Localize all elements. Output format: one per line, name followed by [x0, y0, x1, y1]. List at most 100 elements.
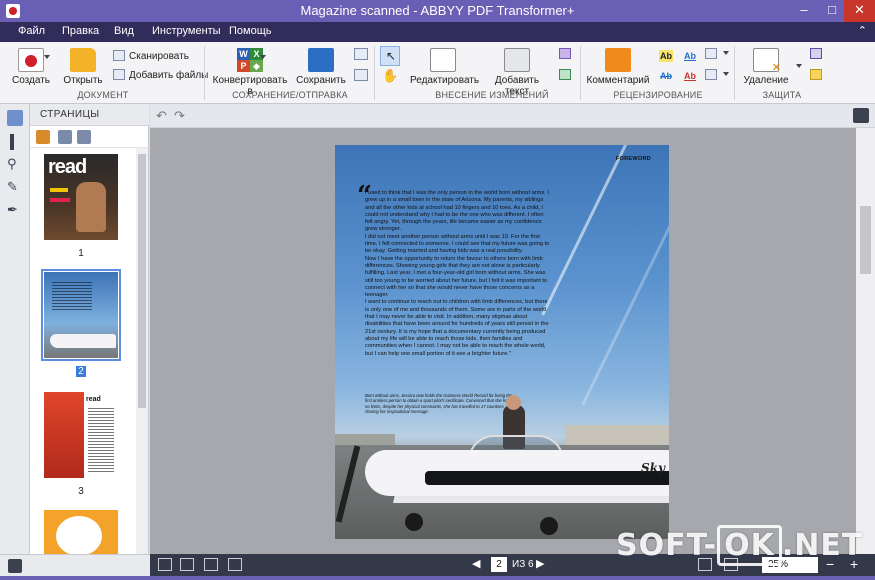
pilot-head — [506, 395, 521, 410]
delete-dropdown-icon[interactable] — [796, 64, 802, 68]
cover-portrait — [76, 182, 106, 232]
single-page-view-icon[interactable] — [158, 558, 172, 571]
reading-mode-icon[interactable] — [853, 108, 869, 123]
underline-text-button[interactable]: Ab — [683, 50, 697, 62]
next-page-button[interactable]: ▶ — [536, 557, 544, 570]
bookmarks-icon[interactable] — [10, 134, 20, 150]
panel-status — [0, 554, 150, 576]
close-button[interactable]: ✕ — [844, 0, 875, 22]
menu-file[interactable]: Файл — [18, 25, 45, 37]
pages-panel-toolbar — [30, 126, 149, 148]
comment-label: Комментарий — [586, 75, 650, 86]
hand-tool-button[interactable]: ✋ — [382, 68, 398, 84]
plane-stripe — [425, 471, 669, 485]
stamp-icon — [705, 48, 717, 59]
edit-button[interactable]: Редактировать — [410, 48, 479, 86]
word-icon: W — [237, 48, 250, 60]
insert-text-button[interactable]: Ab — [683, 70, 697, 82]
scanner-icon — [113, 50, 125, 61]
signatures-icon[interactable]: ✒ — [7, 202, 23, 218]
create-dropdown-icon[interactable] — [44, 55, 50, 59]
previous-page-button[interactable]: ◀ — [472, 557, 480, 570]
add-files-icon — [113, 69, 125, 80]
rotate-left-icon[interactable] — [58, 130, 72, 144]
open-button[interactable]: Открыть — [60, 48, 106, 86]
comment-bubble-icon — [605, 48, 631, 72]
pages-scrollbar[interactable] — [136, 148, 148, 572]
add-image-button[interactable] — [559, 69, 575, 81]
thumbnail-artwork — [56, 516, 102, 556]
page-number: 2 — [76, 366, 86, 377]
pages-panel-title: СТРАНИЦЫ — [40, 109, 100, 120]
insert-pages-icon[interactable] — [36, 130, 50, 144]
eraser-button[interactable] — [559, 48, 575, 60]
select-tool-button[interactable]: ↖ — [380, 46, 400, 66]
site-watermark: SOFT- OK .NET — [616, 525, 863, 566]
delete-button[interactable]: ✕ Удаление — [740, 48, 792, 86]
page-thumbnail-image — [41, 269, 121, 361]
group-label-document: ДОКУМЕНТ — [77, 90, 129, 100]
stamp-button[interactable] — [705, 48, 729, 60]
ribbon: Создать Открыть Сканировать Добавить фай… — [0, 42, 875, 104]
envelope-icon — [354, 48, 368, 60]
pages-scrollbar-thumb[interactable] — [138, 154, 146, 408]
add-files-button[interactable]: Добавить файлы — [113, 69, 208, 81]
group-label-review: РЕЦЕНЗИРОВАНИЕ — [613, 90, 703, 100]
send-email-button[interactable] — [354, 48, 372, 61]
undo-icon[interactable]: ↶ — [156, 108, 167, 124]
scan-button[interactable]: Сканировать — [113, 50, 189, 62]
thumbnail-title: read — [86, 396, 101, 403]
plane-lettering: Sky — [641, 461, 665, 475]
menu-tools[interactable]: Инструменты — [152, 25, 221, 37]
current-page-input[interactable]: 2 — [491, 557, 507, 572]
plane-wheel — [540, 517, 558, 535]
delete-content-icon: ✕ — [753, 48, 781, 74]
pages-panel-icon[interactable] — [7, 110, 23, 126]
search-icon[interactable]: ⚲ — [7, 156, 23, 172]
print-button[interactable] — [354, 69, 372, 82]
minimize-button[interactable]: – — [790, 0, 818, 22]
sign-button[interactable] — [810, 48, 826, 60]
menu-view[interactable]: Вид — [114, 25, 134, 37]
page-thumbnail-1[interactable]: read 1 — [44, 154, 118, 259]
two-page-continuous-view-icon[interactable] — [228, 558, 242, 571]
paragraph: Now I have the opportunity to return the… — [365, 255, 548, 299]
comment-button[interactable]: Комментарий — [586, 48, 650, 86]
document-scrollbar[interactable] — [856, 128, 875, 554]
shapes-button[interactable] — [705, 69, 729, 81]
page-thumbnail-2[interactable]: 2 — [41, 269, 121, 377]
maximize-button[interactable]: □ — [818, 0, 846, 22]
window-bottom-border — [0, 576, 875, 580]
thumbnail-artwork — [44, 392, 84, 478]
document-toolbar: ↶ ↷ — [150, 104, 875, 128]
contrail — [541, 145, 632, 316]
two-page-view-icon[interactable] — [204, 558, 218, 571]
shapes-icon — [705, 69, 717, 80]
group-label-protection: ЗАЩИТА — [762, 90, 802, 100]
create-button[interactable]: Создать — [10, 48, 52, 86]
add-text-icon — [504, 48, 530, 72]
menu-help[interactable]: Помощь — [229, 25, 272, 37]
save-button[interactable]: Сохранить — [296, 48, 346, 86]
convert-dropdown-icon[interactable] — [260, 55, 266, 59]
document-view[interactable]: FOREWORD “ I used to think that I was th… — [150, 128, 856, 554]
save-label: Сохранить — [296, 75, 346, 86]
rotate-right-icon[interactable] — [77, 130, 91, 144]
security-button[interactable] — [810, 69, 826, 81]
document-page[interactable]: FOREWORD “ I used to think that I was th… — [335, 145, 669, 539]
cursor-arrow-icon: ↖ — [386, 49, 397, 63]
strikethrough-text-button[interactable]: Ab — [659, 70, 673, 82]
collapse-ribbon-icon[interactable]: ⌃ — [858, 24, 867, 37]
redo-icon[interactable]: ↷ — [174, 108, 185, 124]
menu-edit[interactable]: Правка — [62, 25, 99, 37]
foreword-text: I used to think that I was the only pers… — [365, 190, 551, 358]
side-toolbar: ⚲ ✎ ✒ — [0, 104, 30, 576]
thumbnail-zoom-icon[interactable] — [8, 559, 22, 573]
highlight-text-button[interactable]: Ab — [659, 50, 673, 62]
document-scrollbar-thumb[interactable] — [860, 206, 871, 274]
attachments-icon[interactable]: ✎ — [7, 179, 23, 195]
page-thumbnail-3[interactable]: read 3 — [44, 392, 118, 497]
continuous-view-icon[interactable] — [180, 558, 194, 571]
ribbon-separator — [204, 46, 205, 100]
contrail — [581, 224, 669, 406]
